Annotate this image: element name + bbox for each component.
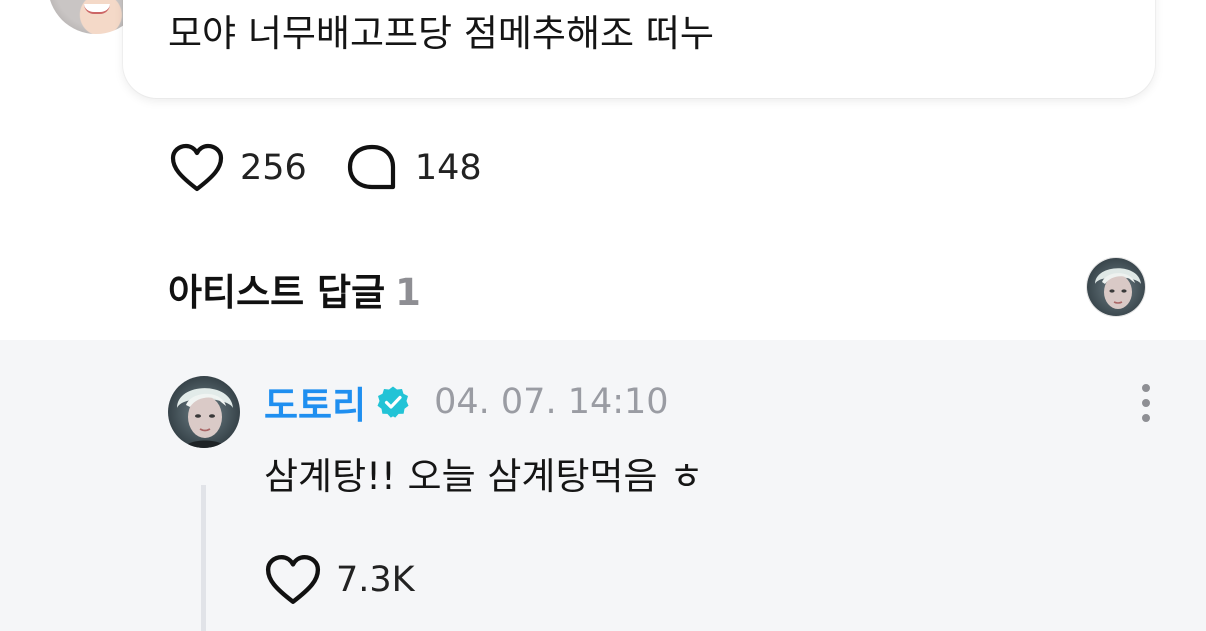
reply-author-name[interactable]: 도토리 [264,375,366,429]
post-comment-button[interactable]: 148 [345,141,482,195]
post-detail-screen: 모야 너무배고프당 점메추해조 떠누 256 148 아티스트 답글 1 도토리… [0,0,1206,631]
artist-replies-title: 아티스트 답글 [168,271,386,314]
avatar-face-detail [84,4,110,14]
chat-bubble-outline-icon[interactable] [345,141,399,195]
post-like-count: 256 [240,148,307,188]
post-stats: 256 148 [170,140,482,196]
more-vertical-icon-dot [1142,414,1150,422]
thread-line [201,485,206,631]
post-like-button[interactable]: 256 [170,141,307,195]
artist-replies-header: 아티스트 답글 1 [168,262,421,316]
reply-like-count: 7.3K [336,560,415,600]
more-vertical-icon[interactable] [1142,384,1150,392]
reply-text: 삼계탕!! 오늘 삼계탕먹음 ㅎ [264,455,704,498]
artist-avatar-small[interactable] [1086,257,1146,317]
reply-like-button[interactable]: 7.3K [264,552,415,608]
heart-outline-icon[interactable] [170,141,224,195]
verified-badge-icon [376,385,410,419]
more-vertical-icon-dot [1142,399,1150,407]
more-options-button[interactable] [1128,380,1164,426]
heart-outline-icon[interactable] [264,552,322,608]
reply-timestamp: 04. 07. 14:10 [434,382,669,422]
artist-reply: 도토리 04. 07. 14:10 삼계탕!! 오늘 삼계탕먹음 ㅎ 7.3K [0,340,1206,631]
artist-replies-count: 1 [395,271,421,314]
post-text: 모야 너무배고프당 점메추해조 떠누 [168,12,714,55]
post-comment-count: 148 [414,148,482,188]
reply-author-avatar[interactable] [168,376,240,448]
reply-header: 도토리 04. 07. 14:10 [264,375,669,429]
